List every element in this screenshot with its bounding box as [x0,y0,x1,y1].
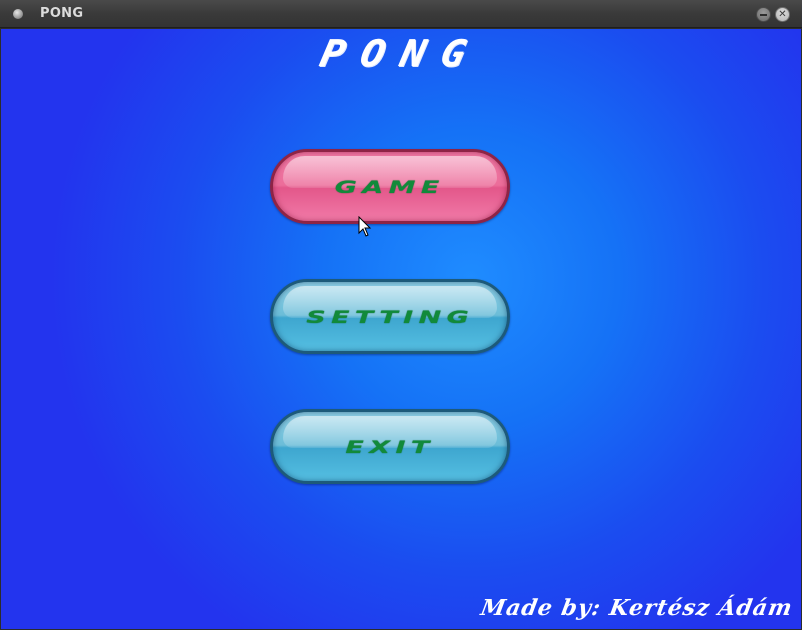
title-bar[interactable]: PONG ✕ [0,0,802,28]
author-credit: Made by: Kertész Ádám [479,595,796,621]
close-button[interactable]: ✕ [775,7,790,22]
exit-button-label: EXIT [345,436,435,457]
setting-button[interactable]: SETTING [270,279,510,354]
pong-window: PONG ✕ PONG GAME SETTING EXIT Made by: K… [0,0,802,630]
window-title: PONG [40,6,84,21]
close-icon: ✕ [778,8,787,20]
setting-button-label: SETTING [306,306,474,327]
app-icon [13,9,23,19]
game-title: PONG [316,32,486,76]
game-button[interactable]: GAME [270,149,510,224]
minimize-icon [760,13,767,16]
mouse-cursor-icon [358,216,372,237]
exit-button[interactable]: EXIT [270,409,510,484]
minimize-button[interactable] [756,7,771,22]
game-canvas: PONG GAME SETTING EXIT Made by: Kertész … [1,29,801,629]
game-button-label: GAME [335,176,445,197]
